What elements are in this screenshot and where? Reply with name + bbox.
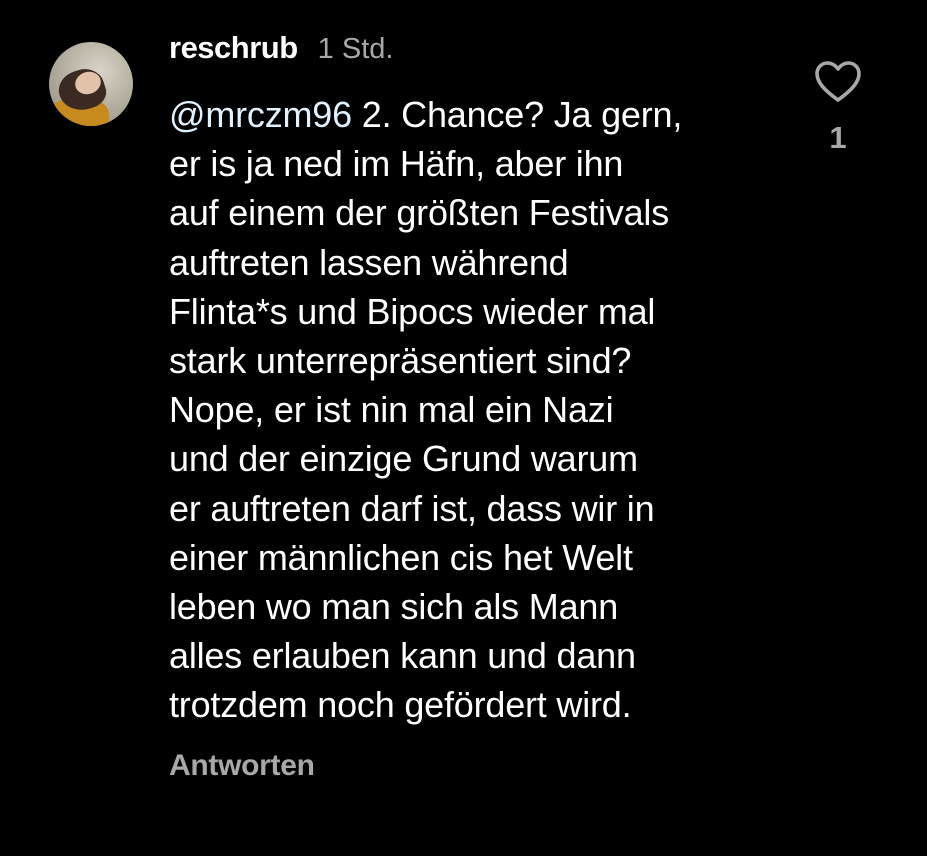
- comment-line: alles erlauben kann und dann: [169, 635, 636, 677]
- avatar[interactable]: [49, 42, 133, 126]
- comment-header: reschrub 1 Std.: [169, 30, 393, 74]
- comment-line: stark unterrepräsentiert sind?: [169, 340, 632, 382]
- heart-outline-icon[interactable]: [813, 58, 863, 106]
- mention-link[interactable]: @mrczm96: [169, 94, 352, 135]
- comment-line: er auftreten darf ist, dass wir in: [169, 487, 655, 529]
- comment-line: einer männlichen cis het Welt: [169, 536, 633, 578]
- comment-line: Nope, er ist nin mal ein Nazi: [169, 389, 614, 431]
- like-count: 1: [829, 120, 847, 155]
- comment-line-text: 2. Chance? Ja gern,: [351, 94, 683, 135]
- username[interactable]: reschrub: [169, 30, 298, 66]
- comment-line: auf einem der größten Festivals: [169, 192, 670, 234]
- comment: reschrub 1 Std. @mrczm96 2. Chance? Ja g…: [0, 0, 927, 856]
- comment-line: leben wo man sich als Mann: [169, 586, 619, 628]
- like-column: 1: [805, 58, 871, 156]
- comment-text: @mrczm96 2. Chance? Ja gern, er is ja ne…: [169, 90, 809, 730]
- comment-line: auftreten lassen während: [169, 241, 569, 283]
- comment-line: @mrczm96 2. Chance? Ja gern,: [169, 90, 809, 139]
- comment-line: und der einzige Grund warum: [169, 438, 638, 480]
- reply-button[interactable]: Antworten: [169, 749, 315, 783]
- comment-line: trotzdem noch gefördert wird.: [169, 684, 632, 726]
- comment-line: er is ja ned im Häfn, aber ihn: [169, 143, 624, 185]
- comment-line: Flinta*s und Bipocs wieder mal: [169, 290, 656, 332]
- timestamp: 1 Std.: [317, 33, 394, 65]
